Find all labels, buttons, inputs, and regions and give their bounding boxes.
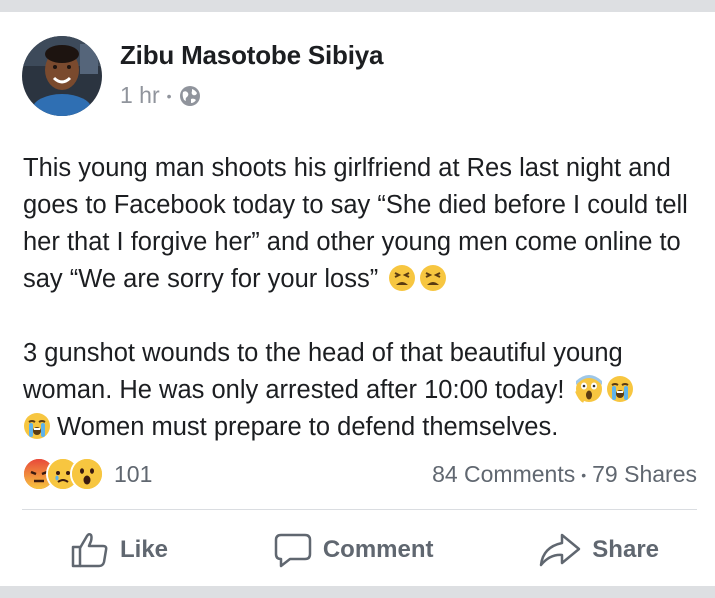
post-paragraph: Women must prepare to defend themselves. [23,409,698,446]
share-button[interactable]: Share [538,527,659,573]
wow-reaction-icon [70,457,104,491]
author-name[interactable]: Zibu Masotobe Sibiya [120,40,383,71]
post-stats: 101 84 Comments • 79 Shares [22,457,697,497]
post-header: Zibu Masotobe Sibiya 1 hr • [22,36,702,116]
comment-button[interactable]: Comment [273,527,434,573]
reaction-summary[interactable]: 101 [22,457,152,491]
screaming-face-emoji [574,375,603,403]
crying-face-emoji [606,375,634,403]
post-time[interactable]: 1 hr [120,82,160,109]
like-button[interactable]: Like [70,527,168,573]
reaction-count[interactable]: 101 [114,461,152,488]
divider [22,509,697,510]
tired-face-emoji [388,264,416,292]
comment-bubble-icon [273,531,313,569]
action-bar: Like Comment Share [22,527,697,573]
stats-separator: • [581,466,587,483]
post-body: This young man shoots his girlfriend at … [23,150,698,446]
tired-face-emoji [419,264,447,292]
thumbs-up-icon [70,531,110,569]
globe-icon [179,85,201,107]
share-arrow-icon [538,531,582,569]
post-text: 3 gunshot wounds to the head of that bea… [23,339,623,404]
share-label: Share [592,536,659,563]
post-paragraph: 3 gunshot wounds to the head of that bea… [23,335,698,409]
crying-face-emoji [23,412,51,440]
like-label: Like [120,536,169,563]
post-text: Women must prepare to defend themselves. [57,413,559,441]
avatar[interactable] [22,36,102,116]
share-count[interactable]: 79 Shares [592,461,697,488]
meta-separator: • [166,87,172,104]
engagement-counts: 84 Comments • 79 Shares [432,461,697,488]
post-card: Zibu Masotobe Sibiya 1 hr • This young m… [0,12,715,586]
post-paragraph: This young man shoots his girlfriend at … [23,150,698,298]
post-meta: 1 hr • [120,82,201,109]
post-text: This young man shoots his girlfriend at … [23,154,688,293]
comment-count[interactable]: 84 Comments [432,461,575,488]
comment-label: Comment [322,536,434,563]
